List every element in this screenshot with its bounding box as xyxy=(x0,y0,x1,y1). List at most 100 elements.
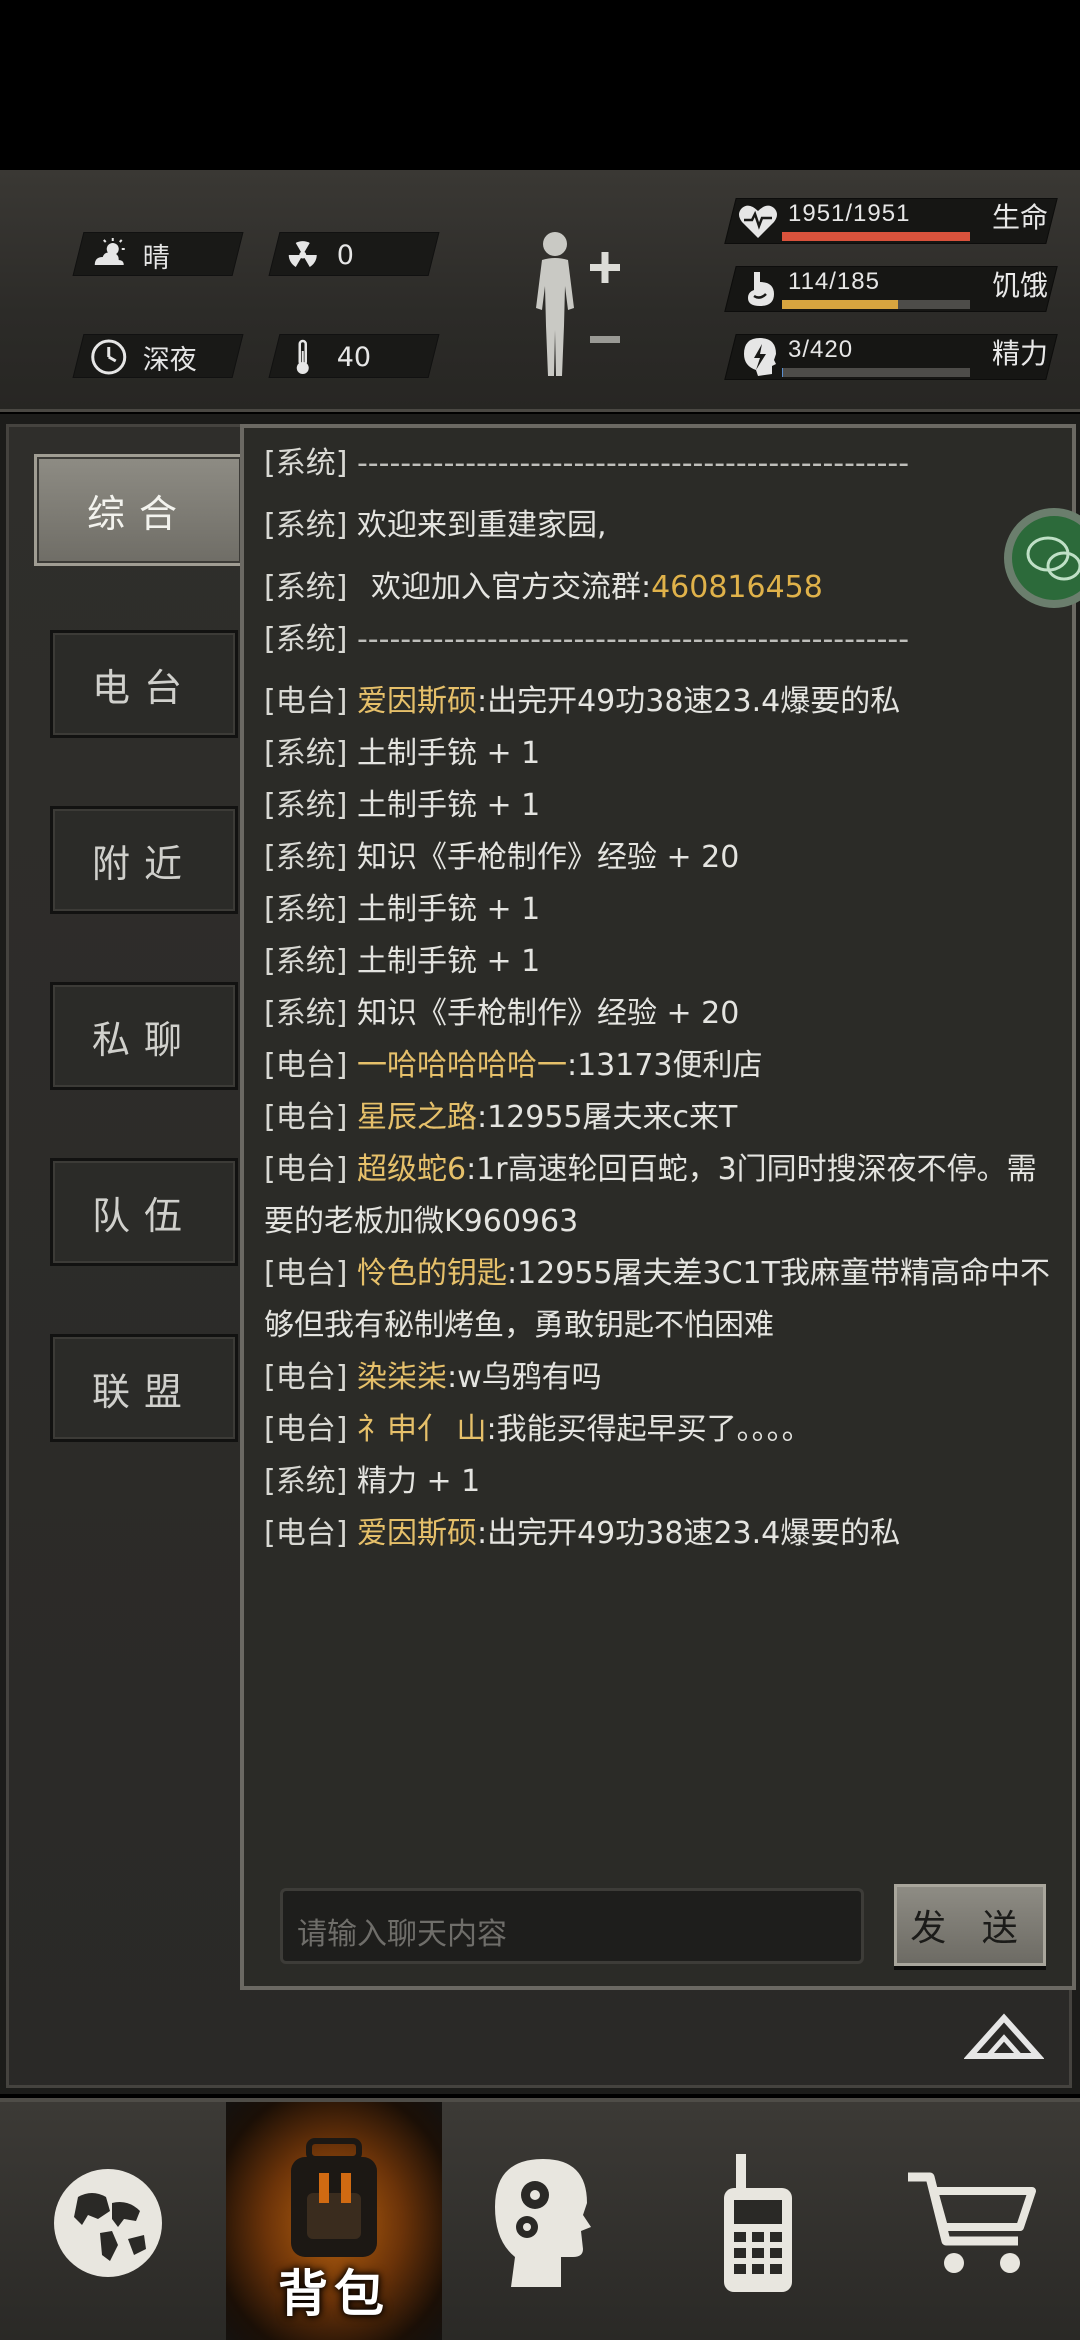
message-tag: [系统] xyxy=(264,1464,348,1499)
tab-team[interactable]: 队伍 xyxy=(50,1158,238,1266)
chat-message: [系统] -----------------------------------… xyxy=(264,614,1054,666)
backpack-icon xyxy=(291,2138,377,2257)
message-text: 土制手铳 + 1 xyxy=(356,736,541,771)
sender-name[interactable]: 怜色的钥匙 xyxy=(357,1256,507,1291)
chat-message: [系统] 知识《手枪制作》经验 + 20 xyxy=(264,832,1054,884)
sender-name[interactable]: 染柒柒 xyxy=(357,1360,447,1395)
tab-nearby[interactable]: 附近 xyxy=(50,806,238,914)
hunger-bar xyxy=(782,300,970,309)
message-tag: [系统] xyxy=(264,736,348,771)
shopping-cart-icon xyxy=(908,2172,1036,2273)
collapse-up-icon[interactable] xyxy=(964,2004,1044,2064)
separator-text: ----------------------------------------… xyxy=(356,446,910,481)
chat-message: [电台] 一哈哈哈哈哈一:13173便利店 xyxy=(264,1040,1054,1092)
nav-skills[interactable] xyxy=(434,2102,650,2340)
message-text: 土制手铳 + 1 xyxy=(356,788,541,823)
message-tag: [系统] xyxy=(264,944,348,979)
message-text: 土制手铳 + 1 xyxy=(356,892,541,927)
tab-private[interactable]: 私聊 xyxy=(50,982,238,1090)
wechat-icon xyxy=(1026,536,1080,581)
chat-message: [系统] -----------------------------------… xyxy=(264,438,1054,490)
chat-message: [电台] 超级蛇6:1r高速轮回百蛇，3门同时搜深夜不停。需要的老板加微K960… xyxy=(264,1144,1054,1248)
message-text: :w乌鸦有吗 xyxy=(446,1360,602,1395)
tab-general[interactable]: 综合 xyxy=(34,454,244,566)
weather-value: 晴 xyxy=(142,242,170,274)
hunger-bar-fill xyxy=(782,300,898,309)
energy-bar-fill xyxy=(782,368,784,377)
status-bar-area xyxy=(0,0,1080,170)
energy-value: 3/420 xyxy=(788,336,854,363)
message-list: [电台] 爱因斯硕:出完开49功38速23.4爆要的私 [系统] 土制手铳 + 1… xyxy=(264,676,1054,1560)
sender-name[interactable]: 爱因斯硕 xyxy=(357,1516,477,1551)
chat-message: [系统] 精力 + 1 xyxy=(264,1456,1054,1508)
chat-message: [系统] 土制手铳 + 1 xyxy=(264,936,1054,988)
message-text: :出完开49功38速23.4爆要的私 xyxy=(476,1516,901,1551)
nav-backpack-label: 背包 xyxy=(278,2265,390,2323)
chat-message: [电台] 星辰之路:12955屠夫来c来T xyxy=(264,1092,1054,1144)
chat-message: [电台] 爱因斯硕:出完开49功38速23.4爆要的私 xyxy=(264,1508,1054,1560)
sender-name[interactable]: 礻申亻 山 xyxy=(357,1412,487,1447)
message-tag: [电台] xyxy=(264,1360,348,1395)
message-tag: [电台] xyxy=(264,684,348,719)
message-tag: [电台] xyxy=(264,1412,348,1447)
radiation-icon xyxy=(288,241,317,267)
message-text: 知识《手枪制作》经验 + 20 xyxy=(356,840,740,875)
energy-bar xyxy=(782,368,970,377)
head-gears-icon xyxy=(495,2159,591,2287)
walkie-talkie-icon xyxy=(724,2154,792,2292)
time-value: 深夜 xyxy=(142,344,197,376)
stomach-icon xyxy=(748,272,774,306)
body-status-icon[interactable] xyxy=(520,226,630,386)
hunger-label: 饥饿 xyxy=(992,269,1049,302)
sender-name[interactable]: 爱因斯硕 xyxy=(357,684,477,719)
message-text: 欢迎来到重建家园, xyxy=(356,508,607,543)
tab-radio[interactable]: 电台 xyxy=(50,630,238,738)
chat-message: [电台] 礻申亻 山:我能买得起早买了。。。。 xyxy=(264,1404,1054,1456)
chat-message: [系统] 欢迎来到重建家园, xyxy=(264,500,1054,552)
chat-message: [电台] 怜色的钥匙:12955屠夫差3C1T我麻童带精高命中不够但我有秘制烤鱼… xyxy=(264,1248,1054,1352)
nav-shop[interactable] xyxy=(864,2102,1080,2340)
message-text: :13173便利店 xyxy=(566,1048,763,1083)
message-text: :12955屠夫来c来T xyxy=(476,1100,738,1135)
globe-icon xyxy=(54,2169,162,2277)
temperature-pill: 40 xyxy=(268,334,440,378)
group-number[interactable]: 460816458 xyxy=(651,570,823,605)
hunger-value: 114/185 xyxy=(788,268,880,295)
health-bar-fill xyxy=(782,232,970,241)
chat-message: [系统] 土制手铳 + 1 xyxy=(264,884,1054,936)
health-label: 生命 xyxy=(992,201,1049,234)
chat-input[interactable]: 请输入聊天内容 xyxy=(280,1888,864,1964)
message-text: 知识《手枪制作》经验 + 20 xyxy=(356,996,740,1031)
chat-message: [系统] 欢迎加入官方交流群:460816458 xyxy=(264,562,1054,614)
message-tag: [电台] xyxy=(264,1256,348,1291)
nav-map[interactable] xyxy=(0,2102,216,2340)
message-tag: [系统] xyxy=(264,788,348,823)
message-tag: [系统] xyxy=(264,446,348,481)
message-text: :出完开49功38速23.4爆要的私 xyxy=(476,684,901,719)
message-tag: [系统] xyxy=(264,622,348,657)
nav-radio[interactable] xyxy=(650,2102,866,2340)
energy-label: 精力 xyxy=(992,337,1049,370)
message-tag: [系统] xyxy=(264,570,348,605)
weather-pill: 晴 xyxy=(72,232,244,276)
radiation-pill: 0 xyxy=(268,232,440,276)
health-value: 1951/1951 xyxy=(788,200,911,227)
thermometer-icon xyxy=(296,339,309,374)
message-tag: [电台] xyxy=(264,1516,348,1551)
message-text: 精力 + 1 xyxy=(356,1464,481,1499)
sender-name[interactable]: 星辰之路 xyxy=(357,1100,477,1135)
chat-message: [电台] 爱因斯硕:出完开49功38速23.4爆要的私 xyxy=(264,676,1054,728)
chat-panel: [系统] -----------------------------------… xyxy=(240,424,1076,1990)
clock-icon xyxy=(91,339,127,375)
head-lightning-icon xyxy=(744,338,776,376)
nav-backpack[interactable]: 背包 xyxy=(226,2102,442,2340)
sender-name[interactable]: 一哈哈哈哈哈一 xyxy=(357,1048,567,1083)
tab-alliance[interactable]: 联盟 xyxy=(50,1334,238,1442)
cloud-sun-icon xyxy=(94,238,125,265)
sender-name[interactable]: 超级蛇6 xyxy=(357,1152,466,1187)
message-tag: [电台] xyxy=(264,1048,348,1083)
chat-message: [系统] 土制手铳 + 1 xyxy=(264,728,1054,780)
chat-log[interactable]: [系统] -----------------------------------… xyxy=(264,438,1054,1858)
message-tag: [系统] xyxy=(264,996,348,1031)
send-button[interactable]: 发 送 xyxy=(894,1884,1046,1966)
